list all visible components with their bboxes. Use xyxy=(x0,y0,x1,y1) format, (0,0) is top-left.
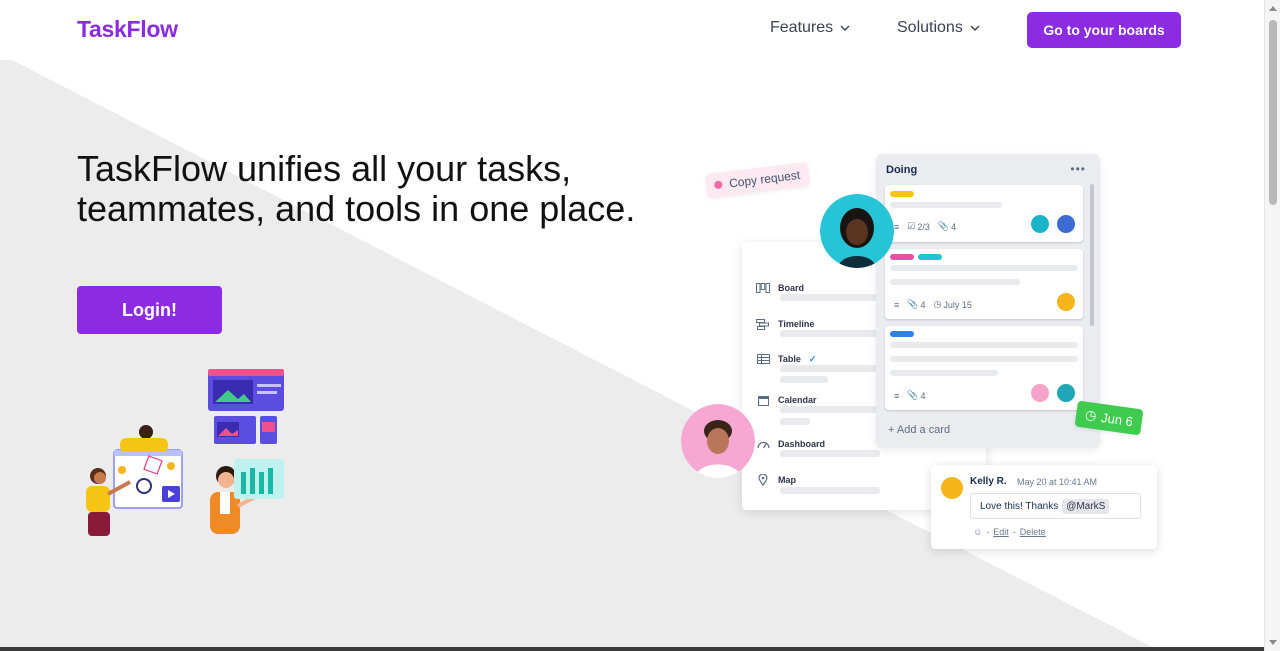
due-date: July 15 xyxy=(943,299,972,310)
blue-label xyxy=(890,331,914,337)
view-map[interactable]: Map xyxy=(756,474,796,486)
avatar-man xyxy=(681,404,755,478)
team-collaboration-illustration xyxy=(86,369,284,536)
map-pin-icon xyxy=(756,474,770,486)
task-card[interactable]: ≡ ☑ 2/3 📎 4 xyxy=(885,185,1083,242)
chevron-down-icon xyxy=(840,25,850,31)
comment-text: Love this! Thanks @MarkS xyxy=(970,493,1141,519)
page-scrollbar[interactable] xyxy=(1264,0,1280,651)
task-card[interactable]: ≡ 📎 4 xyxy=(885,326,1083,410)
nav-solutions-label: Solutions xyxy=(897,19,963,36)
dashboard-icon xyxy=(756,438,770,450)
comment-card: Kelly R. May 20 at 10:41 AM Love this! T… xyxy=(931,465,1157,549)
top-navbar: TaskFlow Features Solutions Go to your b… xyxy=(0,0,1264,60)
avatar xyxy=(1055,291,1077,313)
add-card-button[interactable]: + Add a card xyxy=(888,424,950,436)
view-timeline-label: Timeline xyxy=(778,319,815,329)
view-calendar[interactable]: Calendar xyxy=(756,394,817,406)
description-icon: ≡ xyxy=(894,299,900,310)
plus-icon: + xyxy=(888,424,895,436)
check-icon: ✓ xyxy=(808,353,817,364)
scroll-thumb[interactable] xyxy=(1269,20,1277,205)
mention-tag[interactable]: @MarkS xyxy=(1062,498,1110,514)
scroll-down-arrow-icon[interactable] xyxy=(1269,640,1277,645)
more-menu-icon[interactable]: ••• xyxy=(1070,162,1086,176)
due-date-badge-label: Jun 6 xyxy=(1100,409,1134,429)
view-calendar-label: Calendar xyxy=(778,395,817,405)
attachment-icon: 📎 xyxy=(937,221,950,231)
timeline-icon xyxy=(756,318,770,330)
logo[interactable]: TaskFlow xyxy=(77,16,178,43)
checklist-icon: ☑ xyxy=(907,221,916,231)
delete-link[interactable]: Delete xyxy=(1020,527,1046,537)
emoji-reaction-icon[interactable]: ☺ xyxy=(973,527,982,537)
separator: - xyxy=(1012,527,1016,537)
table-icon xyxy=(756,353,770,365)
card-meta: ≡ 📎 4 xyxy=(894,390,926,401)
nav-features-label: Features xyxy=(770,19,834,36)
card-meta: ≡ 📎 4 ◷ July 15 xyxy=(894,299,972,310)
hero-title: TaskFlow unifies all your tasks, teammat… xyxy=(77,148,636,229)
card-meta: ≡ ☑ 2/3 📎 4 xyxy=(894,221,956,232)
chevron-down-icon xyxy=(970,25,980,31)
copy-request-label: Copy request xyxy=(728,167,801,191)
doing-list: Doing ••• ≡ ☑ 2/3 📎 4 ≡ 📎 4 ◷ July 15 ≡ … xyxy=(876,154,1100,448)
view-dashboard[interactable]: Dashboard xyxy=(756,438,825,450)
avatar xyxy=(1029,382,1051,404)
attachment-count: 4 xyxy=(951,221,957,232)
comment-actions: ☺ - Edit - Delete xyxy=(973,527,1046,537)
avatar-woman xyxy=(820,194,894,268)
comment-body: Love this! Thanks xyxy=(980,500,1059,512)
attachment-icon: 📎 xyxy=(907,390,919,400)
avatar xyxy=(1029,213,1051,235)
list-title: Doing xyxy=(886,164,918,176)
clock-icon: ◷ xyxy=(1084,406,1098,424)
view-table-label: Table xyxy=(778,354,801,364)
description-icon: ≡ xyxy=(894,221,900,232)
checklist-count: 2/3 xyxy=(917,221,930,232)
avatar xyxy=(941,477,963,499)
board-icon xyxy=(756,282,770,294)
view-board-label: Board xyxy=(778,283,805,293)
landing-page: TaskFlow Features Solutions Go to your b… xyxy=(0,0,1280,651)
view-timeline[interactable]: Timeline xyxy=(756,318,814,330)
task-card[interactable]: ≡ 📎 4 ◷ July 15 xyxy=(885,249,1083,319)
attachment-icon: 📎 xyxy=(907,299,919,309)
list-scrollbar[interactable] xyxy=(1090,184,1094,326)
go-to-boards-button[interactable]: Go to your boards xyxy=(1027,12,1181,48)
comment-time: May 20 at 10:41 AM xyxy=(1017,477,1098,487)
cyan-label xyxy=(918,254,942,260)
pink-dot-icon xyxy=(713,180,723,190)
nav-solutions[interactable]: Solutions xyxy=(897,19,981,37)
login-button[interactable]: Login! xyxy=(77,286,222,334)
scroll-up-arrow-icon[interactable] xyxy=(1269,6,1277,11)
calendar-icon xyxy=(756,394,770,406)
view-board[interactable]: Board xyxy=(756,282,804,294)
description-icon: ≡ xyxy=(894,390,900,401)
clock-icon: ◷ xyxy=(933,299,942,309)
comment-author: Kelly R. xyxy=(970,476,1007,487)
bottom-edge xyxy=(0,647,1264,651)
view-map-label: Map xyxy=(778,475,796,485)
edit-link[interactable]: Edit xyxy=(993,527,1009,537)
separator: - xyxy=(986,527,990,537)
attachment-count: 4 xyxy=(920,390,926,401)
view-dashboard-label: Dashboard xyxy=(778,439,826,449)
add-card-label: Add a card xyxy=(896,424,951,436)
nav-features[interactable]: Features xyxy=(770,19,851,37)
avatar xyxy=(1055,382,1077,404)
attachment-count: 4 xyxy=(920,299,926,310)
pink-label xyxy=(890,254,914,260)
yellow-label xyxy=(890,191,914,197)
view-table[interactable]: Table ✓ xyxy=(756,353,816,365)
avatar xyxy=(1055,213,1077,235)
